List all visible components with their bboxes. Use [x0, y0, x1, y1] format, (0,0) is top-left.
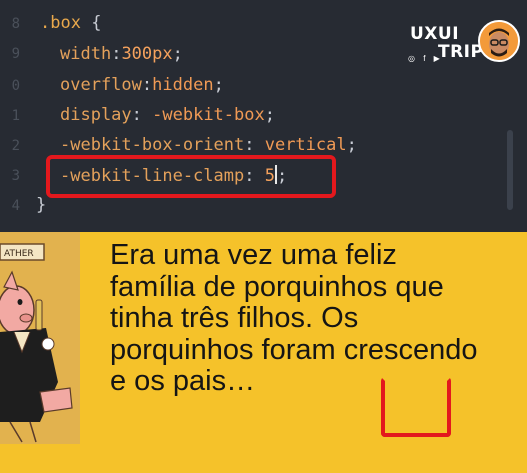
line-number: 8: [11, 16, 20, 32]
semicolon: ;: [213, 75, 224, 95]
social-icons: ◎ f ▶: [408, 54, 443, 63]
css-property: width: [60, 44, 112, 64]
css-value: 300px: [121, 44, 173, 64]
colon: :: [111, 44, 122, 64]
code-line-width[interactable]: width:300px;: [60, 43, 183, 65]
line-number: 3: [11, 168, 20, 184]
css-value: vertical: [264, 135, 347, 155]
clamped-story-text: Era uma vez uma feliz família de porquin…: [110, 239, 478, 397]
line-number: 4: [11, 198, 20, 214]
slide-panel: ATHER Era uma vez uma feliz família de p…: [0, 232, 527, 473]
code-line-selector[interactable]: .box {: [40, 12, 101, 34]
semicolon: ;: [172, 44, 183, 64]
open-brace: {: [80, 13, 102, 33]
avatar-face-icon: [480, 22, 518, 60]
pig-cartoon-image: ATHER: [0, 232, 80, 444]
code-editor: 8 9 0 1 2 3 4 .box { width:300px; overfl…: [0, 0, 527, 232]
logo-text-trip: TRIP: [438, 42, 484, 62]
line-number: 2: [11, 138, 20, 154]
code-line-display[interactable]: display: -webkit-box;: [60, 104, 275, 126]
css-value: hidden: [152, 75, 214, 95]
uxui-trip-logo: UXUI TRIP ◎ f ▶: [398, 18, 524, 70]
css-property: display: [60, 105, 132, 125]
line-number: 0: [11, 78, 20, 94]
semicolon: ;: [346, 135, 357, 155]
line-number-gutter: 8 9 0 1 2 3 4: [0, 0, 26, 232]
code-line-box-orient[interactable]: -webkit-box-orient: vertical;: [60, 134, 357, 156]
css-selector: .box: [40, 13, 81, 33]
css-value: -webkit-box: [152, 105, 265, 125]
colon: :: [141, 75, 153, 95]
red-highlight-box-ellipsis: [381, 377, 451, 437]
colon: :: [244, 135, 265, 155]
css-property: -webkit-box-orient: [60, 135, 245, 155]
logo-text-uxui: UXUI: [410, 24, 460, 44]
editor-scrollbar[interactable]: [507, 130, 513, 210]
avatar: [478, 20, 520, 62]
line-number: 1: [11, 108, 20, 124]
semicolon: ;: [264, 105, 275, 125]
close-brace: }: [36, 195, 47, 215]
code-line-close-brace[interactable]: }: [36, 194, 46, 216]
red-highlight-box-line-clamp: [46, 155, 336, 198]
colon: :: [131, 105, 153, 125]
line-number: 9: [11, 46, 20, 62]
code-line-overflow[interactable]: overflow:hidden;: [60, 74, 224, 96]
pig-illustration-icon: ATHER: [0, 232, 80, 444]
css-property: overflow: [60, 75, 142, 95]
cartoon-sign-text: ATHER: [4, 249, 34, 259]
